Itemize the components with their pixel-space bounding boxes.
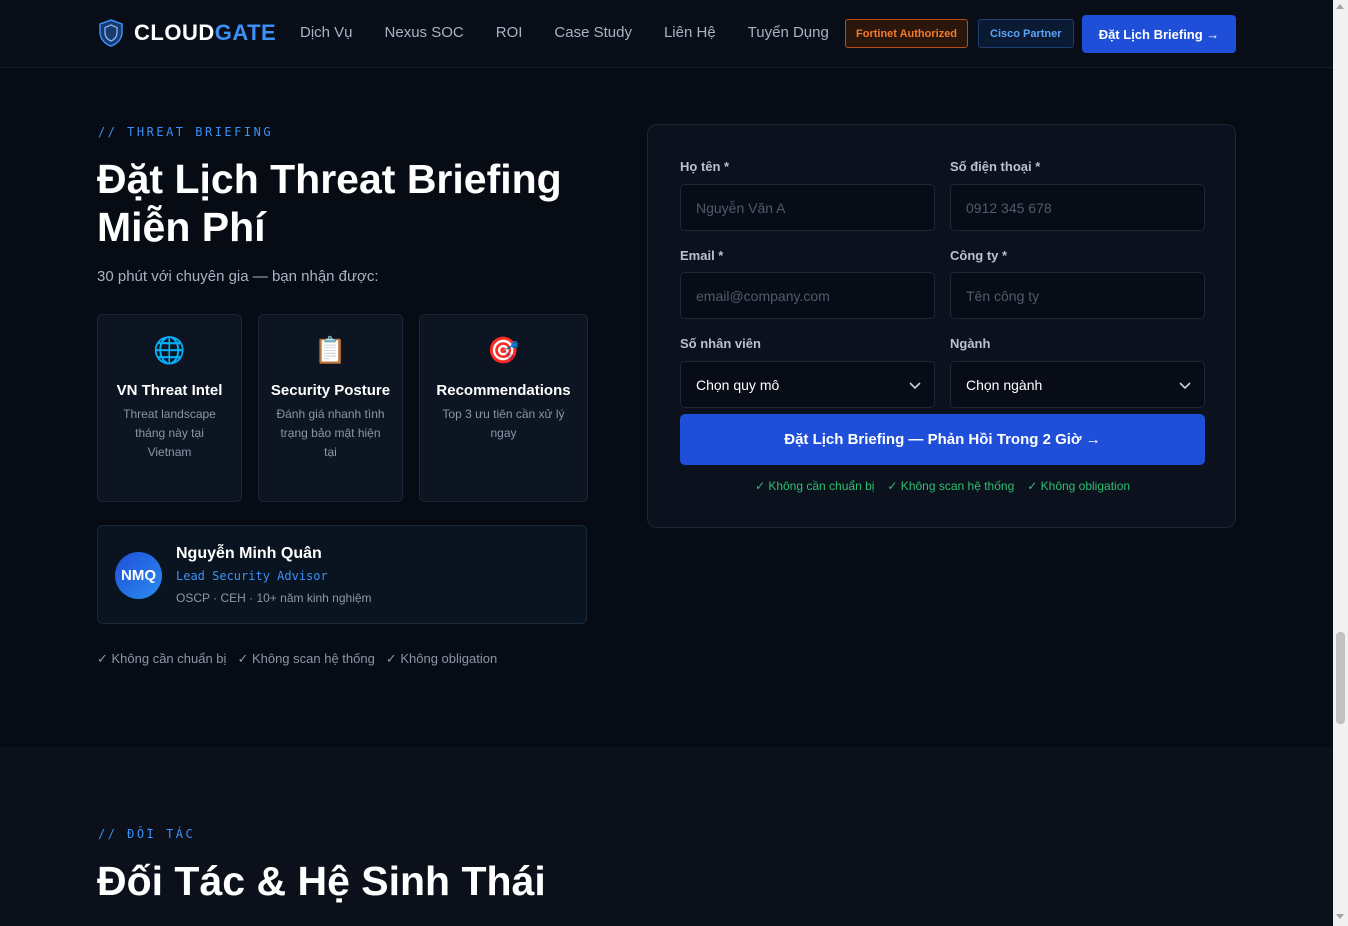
page: CLOUDGATE Dịch Vụ Nexus SOC ROI Case Stu…: [0, 0, 1333, 926]
benefit-card-recommendations: 🎯 Recommendations Top 3 ưu tiên cần xử l…: [419, 314, 588, 502]
assurance-list: ✓ Không cần chuẩn bị ✓ Không scan hệ thố…: [97, 651, 497, 667]
card-description: Threat landscape tháng này tại Vietnam: [123, 407, 216, 459]
section-title: Đối Tác & Hệ Sinh Thái: [97, 858, 546, 904]
hero-subtitle: 30 phút với chuyên gia — bạn nhận được:: [97, 268, 379, 285]
email-label: Email *: [680, 248, 724, 263]
cisco-badge: Cisco Partner: [978, 19, 1074, 48]
logo[interactable]: CLOUDGATE: [98, 19, 276, 47]
shield-icon: [99, 19, 123, 47]
assurance-item: ✓ Không cần chuẩn bị: [97, 651, 227, 666]
card-title: Security Posture: [270, 382, 391, 399]
nav-briefing-button[interactable]: Đặt Lịch Briefing →: [1082, 15, 1236, 53]
nav-link-services[interactable]: Dịch Vụ: [300, 24, 353, 41]
logo-text-primary: CLOUD: [134, 20, 215, 45]
logo-text-accent: GATE: [214, 20, 277, 45]
card-description: Top 3 ưu tiên cần xử lý ngay: [442, 407, 565, 440]
page-title: Đặt Lịch Threat Briefing Miễn Phí: [97, 156, 562, 250]
nav-links: Dịch Vụ Nexus SOC ROI Case Study Liên Hệ…: [300, 24, 861, 41]
scroll-up-icon[interactable]: [1336, 4, 1344, 9]
assurance-item: ✓ Không scan hệ thống: [237, 651, 375, 666]
assurance-item: ✓ Không scan hệ thống: [887, 479, 1015, 493]
globe-icon: 🌐: [153, 335, 186, 365]
submit-briefing-button[interactable]: Đặt Lịch Briefing — Phản Hồi Trong 2 Giờ…: [680, 414, 1205, 465]
advisor-name: Nguyễn Minh Quân: [176, 545, 322, 562]
section-eyebrow: // ĐỐI TÁC: [98, 827, 196, 841]
vertical-scrollbar[interactable]: [1333, 0, 1348, 926]
nav-link-contact[interactable]: Liên Hệ: [664, 24, 716, 41]
phone-field[interactable]: 0912 345 678: [950, 184, 1205, 231]
logo-text: CLOUDGATE: [134, 20, 276, 46]
company-label: Công ty *: [950, 248, 1008, 263]
industry-label: Ngành: [950, 336, 991, 351]
card-title: VN Threat Intel: [116, 382, 223, 399]
advisor-card: NMQ Nguyễn Minh Quân Lead Security Advis…: [97, 525, 587, 624]
chevron-down-icon: [1179, 381, 1191, 389]
nav-link-nexus-soc[interactable]: Nexus SOC: [385, 24, 464, 41]
industry-value: Chọn ngành: [966, 376, 1043, 393]
assurance-item: ✓ Không obligation: [385, 651, 498, 666]
employee-count-value: Chọn quy mô: [696, 376, 780, 393]
nav-link-roi[interactable]: ROI: [496, 24, 523, 41]
employee-count-select[interactable]: Chọn quy mô: [680, 361, 935, 408]
assurance-item: ✓ Không obligation: [1027, 479, 1131, 493]
card-title: Recommendations: [436, 382, 571, 399]
name-field[interactable]: Nguyễn Văn A: [680, 184, 935, 231]
assurance-item: ✓ Không cần chuẩn bị: [754, 479, 875, 493]
company-field[interactable]: Tên công ty: [950, 272, 1205, 319]
industry-select[interactable]: Chọn ngành: [950, 361, 1205, 408]
scrollbar-thumb[interactable]: [1336, 632, 1345, 724]
benefit-card-threat-intel: 🌐 VN Threat Intel Threat landscape tháng…: [97, 314, 242, 502]
top-nav: CLOUDGATE Dịch Vụ Nexus SOC ROI Case Stu…: [0, 0, 1333, 68]
email-field[interactable]: email@company.com: [680, 272, 935, 319]
partners-section: // ĐỐI TÁC Đối Tác & Hệ Sinh Thái: [0, 747, 1333, 926]
avatar: NMQ: [115, 552, 162, 599]
benefit-cards: 🌐 VN Threat Intel Threat landscape tháng…: [97, 314, 588, 502]
benefit-card-security-posture: 📋 Security Posture Đánh giá nhanh tình t…: [258, 314, 403, 502]
name-label: Họ tên *: [680, 159, 730, 174]
clipboard-icon: 📋: [314, 335, 347, 365]
form-assurance-list: ✓ Không cần chuẩn bị ✓ Không scan hệ thố…: [648, 479, 1237, 493]
section-eyebrow: // THREAT BRIEFING: [98, 125, 274, 139]
card-description: Đánh giá nhanh tình trạng bảo mật hiện t…: [276, 407, 385, 459]
scroll-down-icon[interactable]: [1336, 914, 1344, 919]
chevron-down-icon: [909, 381, 921, 389]
briefing-form: Họ tên * Nguyễn Văn A Số điện thoại * 09…: [647, 124, 1236, 528]
target-icon: 🎯: [487, 335, 520, 365]
employee-count-label: Số nhân viên: [680, 336, 761, 351]
nav-link-careers[interactable]: Tuyển Dụng: [748, 24, 829, 41]
advisor-credentials: OSCP · CEH · 10+ năm kinh nghiệm: [176, 591, 372, 605]
advisor-role: Lead Security Advisor: [176, 569, 328, 583]
phone-label: Số điện thoại *: [950, 159, 1041, 174]
fortinet-badge: Fortinet Authorized: [845, 19, 969, 48]
nav-link-case-study[interactable]: Case Study: [554, 24, 632, 41]
